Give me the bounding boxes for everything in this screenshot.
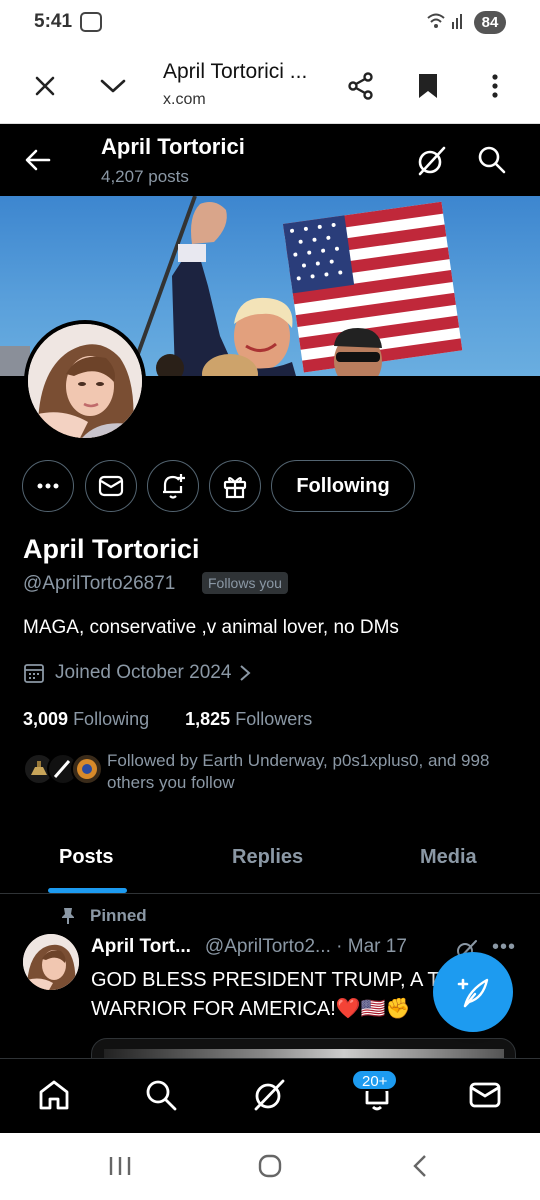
compose-feather-icon — [457, 978, 489, 1008]
profile-actions: Following — [22, 460, 522, 512]
messages-envelope-icon[interactable] — [467, 1077, 503, 1113]
tab-replies[interactable]: Replies — [232, 846, 303, 869]
notifications-badge: 20+ — [351, 1069, 399, 1091]
bottom-navigation: 20+ — [0, 1058, 540, 1133]
pinned-label: Pinned — [60, 906, 147, 926]
followers-stat-link[interactable]: 1,825 Followers — [185, 709, 312, 729]
followers-label: Followers — [235, 709, 313, 729]
media-thumbnail — [104, 1049, 504, 1058]
post-date[interactable]: · Mar 17 — [336, 936, 407, 957]
post-more-icon[interactable]: ••• — [492, 936, 516, 959]
back-arrow-icon[interactable] — [22, 144, 54, 176]
message-button[interactable] — [85, 460, 137, 512]
pin-icon — [62, 908, 74, 924]
status-time: 5:41 — [34, 11, 73, 32]
following-label: Following — [73, 709, 150, 729]
more-horizontal-icon — [37, 483, 59, 489]
browser-toolbar: April Tortorici ... x.com — [0, 46, 540, 124]
calendar-icon — [24, 664, 44, 683]
chevron-down-icon[interactable] — [95, 68, 131, 104]
joined-date-text: Joined October 2024 — [55, 662, 232, 683]
following-button[interactable]: Following — [271, 460, 415, 512]
profile-avatar[interactable] — [24, 320, 146, 442]
compose-post-button[interactable] — [433, 952, 513, 1032]
bookmark-icon[interactable] — [410, 68, 446, 104]
post-text: GOD BLESS PRESIDENT TRUMP, A T WARRIOR F… — [91, 966, 451, 1024]
recent-apps-icon[interactable] — [105, 1151, 135, 1181]
post-text-line: WARRIOR FOR AMERICA!❤️🇺🇸✊ — [91, 998, 411, 1020]
active-tab-indicator — [48, 888, 127, 893]
profile-header-bar: April Tortorici 4,207 posts — [0, 124, 540, 196]
joined-date-link[interactable]: Joined October 2024 — [23, 662, 253, 684]
grok-icon[interactable] — [414, 144, 448, 178]
battery-indicator: 84 — [474, 11, 506, 34]
envelope-icon — [98, 475, 124, 497]
header-posts-count: 4,207 posts — [101, 167, 189, 186]
profile-handle: @AprilTorto26871 — [23, 573, 176, 594]
wifi-signal-icon — [426, 12, 466, 33]
post-author-handle[interactable]: @AprilTorto2... — [205, 936, 331, 957]
more-vertical-icon[interactable] — [477, 68, 513, 104]
header-profile-name: April Tortorici — [101, 134, 245, 159]
post-media-preview[interactable] — [91, 1038, 516, 1058]
back-chevron-icon[interactable] — [406, 1151, 436, 1181]
follows-you-badge: Follows you — [202, 572, 288, 594]
home-circle-icon[interactable] — [255, 1151, 285, 1181]
profile-bio: MAGA, conservative ,v animal lover, no D… — [23, 617, 399, 638]
tab-media[interactable]: Media — [420, 846, 477, 869]
share-icon[interactable] — [343, 68, 379, 104]
follower-avatar — [71, 753, 103, 785]
followers-count: 1,825 — [185, 709, 231, 729]
close-icon[interactable] — [27, 68, 63, 104]
following-count: 3,009 — [23, 709, 69, 729]
grok-icon[interactable] — [251, 1077, 287, 1113]
profile-tabs: Posts Replies Media — [0, 824, 540, 894]
follow-stats: 3,009 Following 1,825 Followers — [23, 709, 312, 730]
browser-page-url: x.com — [163, 91, 206, 108]
post-text-line: GOD BLESS PRESIDENT TRUMP, A T — [91, 969, 440, 991]
more-options-button[interactable] — [22, 460, 74, 512]
home-icon[interactable] — [36, 1077, 72, 1113]
post-author-name[interactable]: April Tort... — [91, 936, 191, 957]
post-header: April Tort... @AprilTorto2... · Mar 17 — [91, 936, 407, 958]
search-icon[interactable] — [143, 1077, 179, 1113]
status-bar: 5:41 84 — [0, 0, 540, 46]
pinned-text: Pinned — [90, 906, 147, 925]
profile-name: April Tortorici — [23, 534, 200, 564]
gift-button[interactable] — [209, 460, 261, 512]
post-author-avatar[interactable] — [23, 934, 79, 990]
android-nav-bar — [0, 1133, 540, 1200]
tab-posts[interactable]: Posts — [59, 846, 113, 869]
profile-page: April Tortorici 4,207 posts Following Ap… — [0, 124, 540, 1058]
notifications-subscribe-button[interactable] — [147, 460, 199, 512]
chevron-right-icon — [240, 665, 251, 681]
browser-page-title: April Tortorici ... — [163, 60, 308, 83]
bell-plus-icon — [163, 474, 185, 499]
screenshot-notification-icon — [80, 12, 102, 32]
gift-icon — [223, 477, 247, 499]
followed-by-section[interactable]: Followed by Earth Underway, p0s1xplus0, … — [23, 750, 518, 800]
followed-by-text: Followed by Earth Underway, p0s1xplus0, … — [107, 751, 490, 792]
following-stat-link[interactable]: 3,009 Following — [23, 709, 149, 729]
search-icon[interactable] — [476, 144, 508, 176]
